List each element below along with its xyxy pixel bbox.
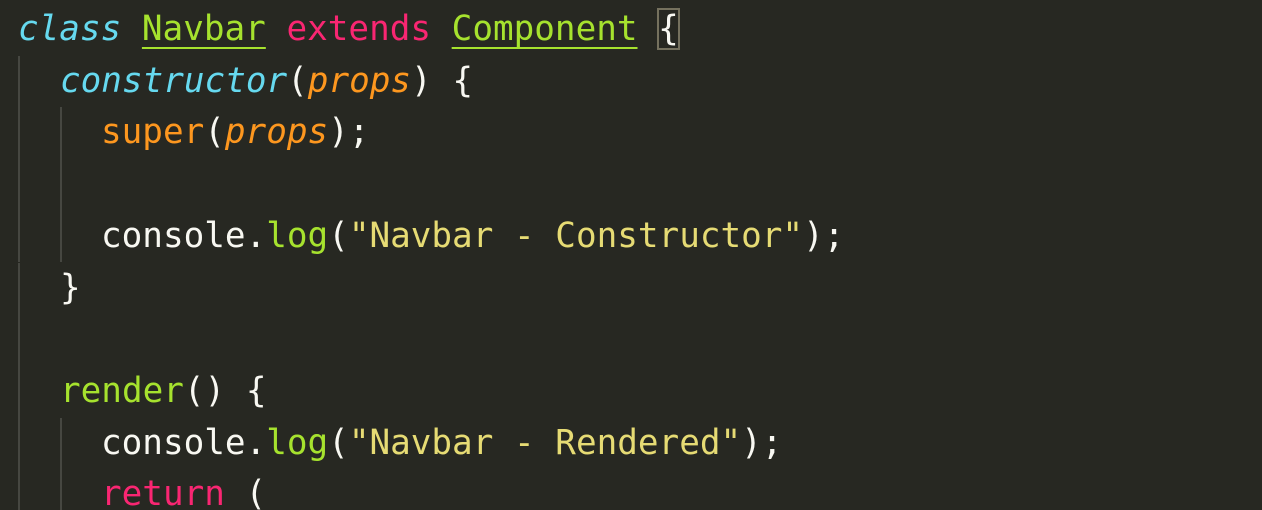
indent-guide xyxy=(60,210,62,263)
code-token: props xyxy=(307,60,412,101)
code-line[interactable]: console.log("Navbar - Rendered"); xyxy=(0,417,1262,470)
code-token: ( xyxy=(224,474,267,510)
code-line[interactable] xyxy=(0,314,1262,366)
code-token: console. xyxy=(101,215,267,256)
code-token: ); xyxy=(328,112,370,153)
code-line[interactable]: console.log("Navbar - Constructor"); xyxy=(0,210,1262,263)
code-token: "Navbar - Rendered" xyxy=(348,422,742,463)
code-token: props xyxy=(224,112,329,153)
code-token: { xyxy=(657,8,680,50)
code-text[interactable]: console.log("Navbar - Rendered"); xyxy=(101,418,782,470)
code-token: ); xyxy=(803,215,845,256)
indent-guide xyxy=(18,210,20,263)
code-token: ( xyxy=(328,422,349,463)
code-line[interactable]: constructor(props) { xyxy=(0,55,1262,108)
indent-guide xyxy=(18,469,20,510)
indent-guide xyxy=(18,314,20,366)
code-token: Component xyxy=(451,9,638,49)
code-token: ( xyxy=(204,112,225,153)
indent-guide xyxy=(18,417,20,470)
code-line[interactable]: class Navbar extends Component { xyxy=(0,4,1262,56)
code-token: log xyxy=(266,215,329,256)
code-token: ); xyxy=(741,422,783,463)
code-line[interactable] xyxy=(0,159,1262,211)
code-text[interactable]: } xyxy=(60,263,81,315)
code-token: Navbar xyxy=(141,9,266,49)
code-text[interactable]: return ( xyxy=(101,469,266,510)
indent-guide xyxy=(60,469,62,510)
code-text[interactable]: render() { xyxy=(60,366,267,418)
indent-guide xyxy=(18,262,20,315)
code-token: ) { xyxy=(411,60,473,101)
code-token: return xyxy=(101,474,225,510)
code-token: render xyxy=(60,370,184,411)
code-line[interactable]: } xyxy=(0,262,1262,315)
code-line[interactable]: super(props); xyxy=(0,107,1262,160)
code-token: class xyxy=(18,9,122,49)
code-token: } xyxy=(60,267,81,308)
code-editor[interactable]: class Navbar extends Component {construc… xyxy=(0,0,1262,510)
code-token: () { xyxy=(183,370,267,411)
code-token: extends xyxy=(286,9,432,49)
indent-guide xyxy=(18,55,20,108)
indent-guide xyxy=(60,417,62,470)
indent-guide xyxy=(60,107,62,160)
code-token: super xyxy=(101,112,205,153)
indent-guide xyxy=(18,107,20,160)
code-token: ( xyxy=(287,60,308,101)
indent-guide xyxy=(60,159,62,211)
code-token: log xyxy=(266,422,329,463)
code-text[interactable]: class Navbar extends Component { xyxy=(18,4,680,56)
code-text[interactable]: console.log("Navbar - Constructor"); xyxy=(101,211,844,263)
code-line[interactable]: return ( xyxy=(0,469,1262,510)
code-token: "Navbar - Constructor" xyxy=(348,215,804,256)
code-token: console. xyxy=(101,422,267,463)
code-text[interactable]: constructor(props) { xyxy=(60,56,473,108)
indent-guide xyxy=(18,159,20,211)
code-line[interactable]: render() { xyxy=(0,365,1262,418)
code-token: ( xyxy=(328,215,349,256)
code-token: constructor xyxy=(60,60,288,101)
code-text[interactable]: super(props); xyxy=(101,107,369,159)
indent-guide xyxy=(18,365,20,418)
